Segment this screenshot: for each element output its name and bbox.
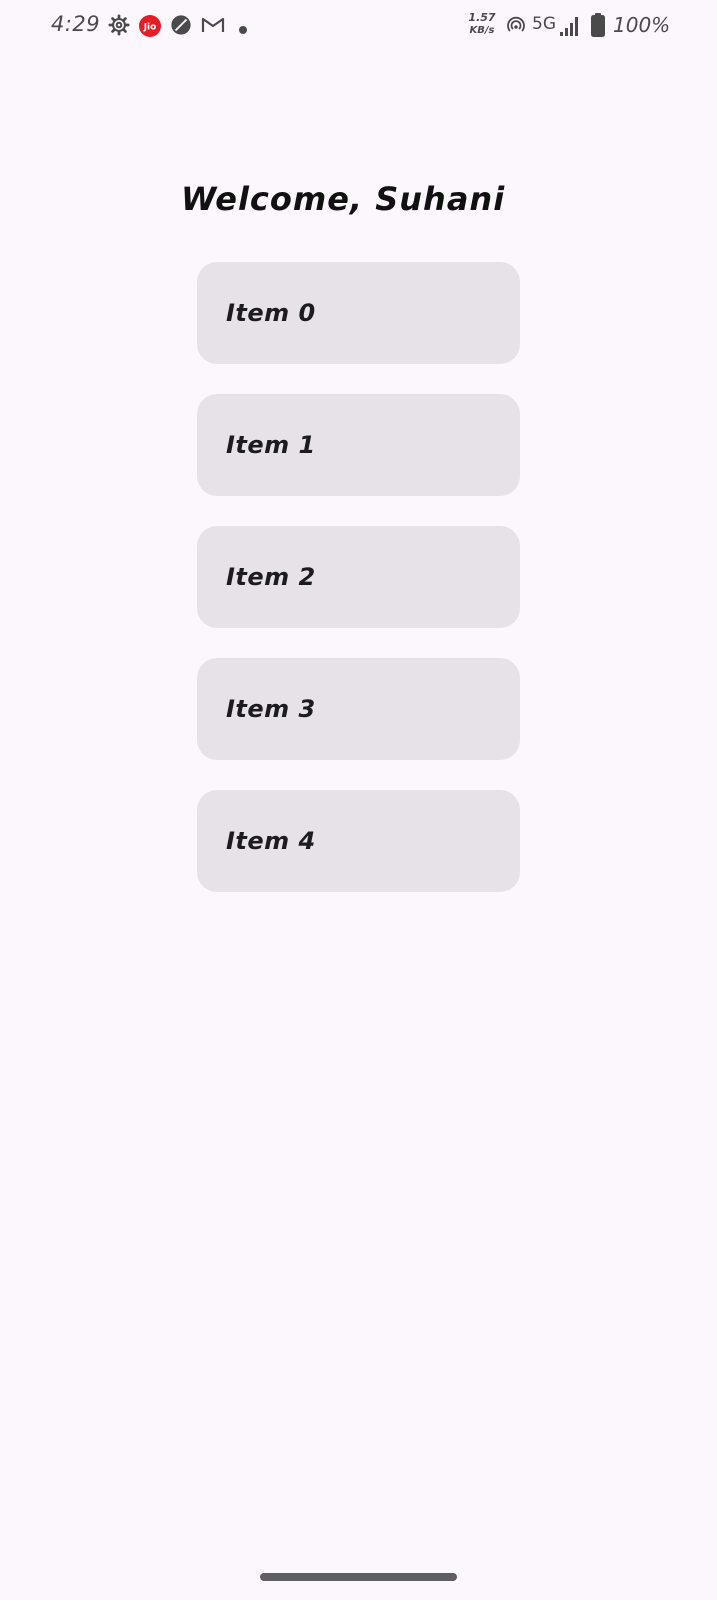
list-item-3[interactable]: Item 3 (197, 658, 520, 760)
list-item-2[interactable]: Item 2 (197, 526, 520, 628)
signal-bars-icon (559, 15, 581, 41)
net-speed-unit: KB/s (469, 25, 495, 36)
welcome-heading: Welcome, Suhani (181, 180, 506, 218)
list-item-label: Item 1 (226, 431, 316, 459)
battery-icon (590, 12, 606, 42)
gmail-icon (201, 16, 225, 38)
list-item-1[interactable]: Item 1 (197, 394, 520, 496)
status-time: 4:29 (51, 12, 101, 36)
home-indicator[interactable] (260, 1573, 457, 1581)
list-item-0[interactable]: Item 0 (197, 262, 520, 364)
hotspot-icon (506, 16, 526, 40)
jio-icon: Jio (138, 14, 162, 42)
net-speed-value: 1.57 (468, 11, 496, 24)
jio-text: Jio (143, 23, 157, 33)
leaf-icon (170, 14, 192, 40)
list-item-label: Item 0 (226, 299, 316, 327)
status-bar: 4:29 Jio 1.57 KB/s 5G 100% (0, 0, 717, 52)
list-item-label: Item 3 (226, 695, 316, 723)
net-speed: 1.57 KB/s (466, 11, 498, 37)
list-item-4[interactable]: Item 4 (197, 790, 520, 892)
list-item-label: Item 4 (226, 827, 316, 855)
network-type: 5G (532, 14, 556, 34)
list-item-label: Item 2 (226, 563, 316, 591)
settings-gear-icon (108, 14, 130, 40)
battery-percent: 100% (613, 13, 671, 37)
notification-dot-icon (238, 20, 248, 39)
item-list: Item 0 Item 1 Item 2 Item 3 Item 4 (197, 262, 520, 922)
